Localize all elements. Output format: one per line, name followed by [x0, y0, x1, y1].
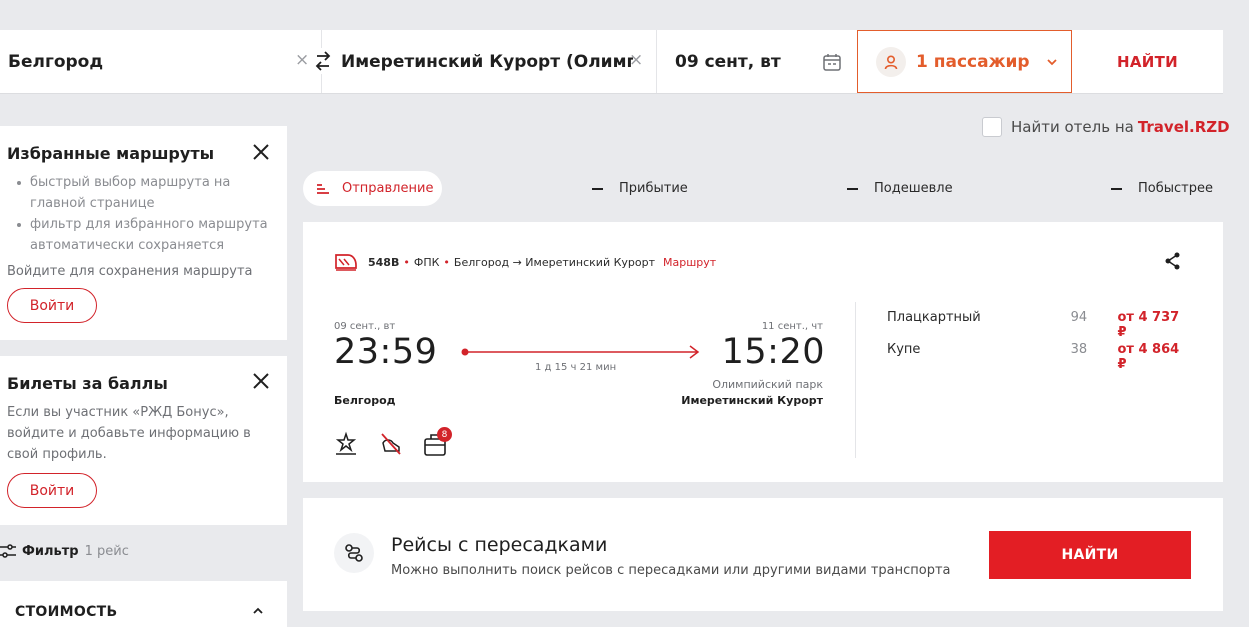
share-icon[interactable] [1165, 252, 1181, 270]
train-number: 548В [368, 255, 400, 269]
departure-date: 09 сент., вт [334, 321, 396, 332]
hotel-label: Найти отель на [1011, 118, 1134, 136]
chevron-up-icon[interactable] [252, 607, 264, 615]
filter-label: Фильтр [22, 543, 79, 559]
favorites-title: Избранные маршруты [7, 144, 215, 163]
favorites-list: быстрый выбор маршрута на главной страни… [14, 172, 276, 256]
from-value: Белгород [8, 51, 104, 72]
arrival-date: 11 сент., чт [761, 321, 823, 332]
train-header: 548В • ФПК • Белгород → Имеретинский Кур… [334, 253, 716, 271]
train-route: Белгород → Имеретинский Курорт [453, 255, 656, 269]
dash-icon [847, 187, 858, 190]
arrival-city: Имеретинский Курорт [681, 394, 823, 407]
no-pets-icon [381, 433, 401, 455]
close-icon[interactable] [252, 143, 270, 161]
arrival-station-sub: Олимпийский парк [712, 378, 823, 391]
transfer-subtitle: Можно выполнить поиск рейсов с пересадка… [391, 563, 951, 578]
seat-class: Купе [887, 342, 921, 357]
close-icon[interactable] [252, 372, 270, 390]
route-link[interactable]: Маршрут [663, 256, 716, 269]
search-find-button[interactable]: НАЙТИ [1072, 30, 1223, 93]
bonus-login-button[interactable]: Войти [7, 473, 97, 508]
seat-row[interactable]: Плацкартный 94 от 4 737 ₽ [887, 310, 1191, 340]
list-item: быстрый выбор маршрута на главной страни… [14, 172, 276, 214]
arrival-time: 15:20 [721, 332, 825, 372]
train-carrier: ФПК [413, 255, 440, 269]
user-icon [876, 46, 906, 77]
separator-dot: • [443, 255, 450, 269]
clear-to-icon[interactable]: × [629, 50, 643, 70]
dash-icon [592, 187, 603, 190]
divider [855, 302, 856, 458]
tab-faster[interactable]: Побыстрее [1111, 171, 1213, 206]
favorites-login-button[interactable]: Войти [7, 288, 97, 323]
from-field[interactable]: Белгород [0, 30, 322, 93]
transfer-title: Рейсы с пересадками [391, 534, 608, 556]
favorites-note: Войдите для сохранения маршрута [7, 264, 253, 279]
transfer-find-button[interactable]: НАЙТИ [989, 531, 1191, 579]
calendar-icon[interactable] [822, 52, 842, 72]
favorites-card: Избранные маршруты быстрый выбор маршрут… [0, 126, 287, 340]
separator-dot: • [403, 255, 410, 269]
cost-label: СТОИМОСТЬ [15, 604, 118, 620]
tab-label: Отправление [342, 181, 434, 196]
passengers-select[interactable]: 1 пассажир [857, 30, 1072, 93]
transfer-icon [334, 533, 374, 573]
list-item: фильтр для избранного маршрута автоматич… [14, 214, 276, 256]
clear-from-icon[interactable]: × [295, 50, 309, 70]
chevron-down-icon [1046, 58, 1057, 65]
bonus-card: Билеты за баллы Если вы участник «РЖД Бо… [0, 356, 287, 525]
tab-label: Побыстрее [1138, 181, 1213, 196]
bonus-title: Билеты за баллы [7, 374, 168, 393]
seat-row[interactable]: Купе 38 от 4 864 ₽ [887, 342, 1191, 372]
seat-price: от 4 864 ₽ [1117, 342, 1180, 372]
bed-linen-icon [335, 431, 357, 455]
hotel-option[interactable]: Найти отель на Travel.RZD [982, 117, 1230, 137]
tab-arrival[interactable]: Прибытие [592, 171, 688, 206]
seat-count: 94 [1070, 310, 1088, 325]
date-value: 09 сент, вт [675, 51, 781, 72]
hotel-checkbox[interactable] [982, 117, 1002, 137]
to-field[interactable]: Имеретинский Курорт (Олимпийский парк) [323, 30, 657, 93]
departure-time: 23:59 [334, 332, 438, 372]
departure-city: Белгород [334, 394, 396, 407]
transfer-card: Рейсы с пересадками Можно выполнить поис… [303, 498, 1223, 611]
sort-icon [317, 183, 329, 194]
hotel-link[interactable]: Travel.RZD [1138, 118, 1230, 136]
swap-icon[interactable] [312, 48, 334, 74]
tab-departure[interactable]: Отправление [303, 171, 442, 206]
tab-cheaper[interactable]: Подешевле [847, 171, 953, 206]
seat-price: от 4 737 ₽ [1117, 310, 1180, 340]
bonus-text: Если вы участник «РЖД Бонус», войдите и … [7, 405, 251, 462]
luggage-badge: 8 [437, 427, 452, 442]
passengers-value: 1 пассажир [916, 51, 1030, 72]
tab-label: Прибытие [619, 181, 688, 196]
train-icon [335, 254, 357, 271]
seat-count: 38 [1070, 342, 1088, 357]
seat-class: Плацкартный [887, 310, 981, 325]
filter-icon [0, 544, 16, 558]
filter-count: 1 рейс [84, 543, 129, 559]
dash-icon [1111, 187, 1122, 190]
to-value: Имеретинский Курорт (Олимпийский парк) [341, 51, 633, 72]
train-card[interactable]: 548В • ФПК • Белгород → Имеретинский Кур… [303, 222, 1223, 482]
cost-section[interactable]: СТОИМОСТЬ [0, 581, 287, 627]
filter-toggle[interactable]: Фильтр 1 рейс [0, 543, 129, 559]
trip-duration: 1 д 15 ч 21 мин [535, 362, 617, 373]
tab-label: Подешевле [874, 181, 953, 196]
search-bar: Белгород × Имеретинский Курорт (Олимпийс… [0, 30, 1223, 94]
route-arrow [461, 345, 700, 359]
